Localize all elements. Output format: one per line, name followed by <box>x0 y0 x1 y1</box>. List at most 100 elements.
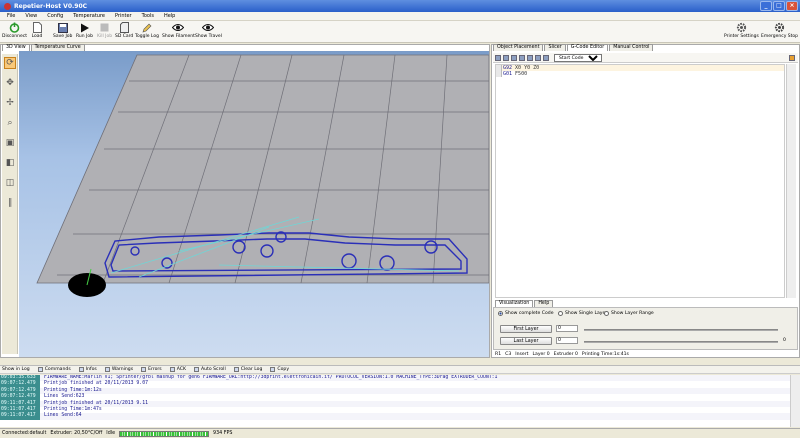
log-row: 09:11:07.417 Lines Send:64 <box>0 413 790 420</box>
show-single-layer-radio[interactable]: Show Single Layer <box>558 311 607 316</box>
document-icon <box>31 22 43 33</box>
front-view-icon[interactable]: ▣ <box>4 137 16 149</box>
show-layer-range-radio[interactable]: Show Layer Range <box>604 311 654 316</box>
printbed-render <box>36 54 489 297</box>
move-object-icon[interactable]: ✢ <box>4 97 16 109</box>
warning-icon <box>104 367 110 372</box>
tab-3d-view[interactable]: 3D View <box>2 44 30 51</box>
show-travel-button[interactable]: Show Travel <box>195 22 222 39</box>
editor-status: R1 C3 Insert Layer 0 Extruder 0 Printing… <box>493 351 798 358</box>
print-progress-bar <box>119 430 210 437</box>
run-job-button[interactable]: Run Job <box>76 22 93 39</box>
power-icon <box>9 22 21 33</box>
log-toolbar: Show in Log Commands Infos Warnings Erro… <box>0 365 800 374</box>
menu-help[interactable]: Help <box>164 13 175 19</box>
cut-icon[interactable] <box>511 54 517 61</box>
tab-visualization[interactable]: Visualization <box>495 300 534 307</box>
gcode-editor-toolbar: Start Code <box>493 53 798 63</box>
emergency-stop-button[interactable]: Emergency Stop <box>761 22 798 39</box>
redo-icon[interactable] <box>543 54 549 61</box>
menu-bar: File View Config Temperature Printer Too… <box>0 12 800 21</box>
copy-icon <box>270 367 276 372</box>
open-icon[interactable] <box>495 54 501 61</box>
kill-job-button[interactable]: Kill Job <box>97 22 112 39</box>
play-icon <box>79 22 91 33</box>
idle-status: Idle <box>106 431 116 436</box>
menu-config[interactable]: Config <box>47 13 63 19</box>
infos-toggle[interactable]: Infos <box>78 367 97 372</box>
editor-line: G01 F500 <box>496 71 784 77</box>
rotate-icon[interactable]: ⟳ <box>4 57 16 69</box>
connection-status: Connected:default <box>2 431 47 436</box>
last-layer-input[interactable]: 0 <box>556 337 578 344</box>
auto-scroll-toggle[interactable]: Auto Scroll <box>194 367 226 372</box>
tab-manual-control[interactable]: Manual Control <box>609 44 654 51</box>
warnings-toggle[interactable]: Warnings <box>104 367 133 372</box>
last-layer-slider[interactable] <box>584 341 778 343</box>
undo-icon[interactable] <box>535 54 541 61</box>
copy-icon[interactable] <box>519 54 525 61</box>
log-scrollbar[interactable] <box>790 375 800 427</box>
first-layer-button[interactable]: First Layer <box>500 325 552 333</box>
gcode-editor[interactable]: G92 X0 Y0 Z0 G01 F500 <box>495 64 785 298</box>
copy-button[interactable]: Copy <box>270 367 289 372</box>
paste-icon[interactable] <box>527 54 533 61</box>
commands-toggle[interactable]: Commands <box>37 367 71 372</box>
fps-counter: 934 FPS <box>213 431 233 436</box>
parallel-projection-icon[interactable]: ∥ <box>4 197 16 209</box>
clear-icon <box>233 367 239 372</box>
editor-row: R1 <box>495 352 502 357</box>
editor-mode: Insert <box>515 352 529 357</box>
tab-slicer[interactable]: Slicer <box>544 44 566 51</box>
code-section-select[interactable]: Start Code <box>554 53 602 62</box>
top-view-icon[interactable]: ◫ <box>4 177 16 189</box>
tab-gcode-editor[interactable]: G-Code Editor <box>566 44 609 51</box>
menu-temperature[interactable]: Temperature <box>73 13 105 19</box>
main-toolbar: Disconnect Load Save Job Run Job Kill Jo… <box>0 21 800 43</box>
right-tabs: Object Placement Slicer G-Code Editor Ma… <box>493 44 654 51</box>
last-layer-button[interactable]: Last Layer <box>500 337 552 345</box>
maximize-button[interactable]: □ <box>773 1 785 11</box>
left-tabs: 3D View Temperature Curve <box>2 44 86 51</box>
progress-fill <box>120 431 209 436</box>
3d-view-canvas[interactable] <box>19 51 489 357</box>
ack-toggle[interactable]: ACK <box>169 367 186 372</box>
log-list[interactable]: 09:03:35.633 FIRMWARE_NAME:Marlin V1; Spr… <box>0 375 790 427</box>
stop-icon <box>99 22 111 33</box>
show-filament-button[interactable]: Show Filament <box>162 22 195 39</box>
show-complete-code-radio[interactable]: Show complete Code <box>498 311 554 316</box>
clear-log-button[interactable]: Clear Log <box>233 367 262 372</box>
menu-file[interactable]: File <box>7 13 15 19</box>
move-icon[interactable]: ✥ <box>4 77 16 89</box>
editor-layer: Layer 0 <box>532 352 550 357</box>
printer-settings-button[interactable]: Printer Settings <box>724 22 759 39</box>
minimize-button[interactable]: _ <box>760 1 772 11</box>
commands-icon <box>37 367 43 372</box>
side-view-icon[interactable]: ◧ <box>4 157 16 169</box>
sd-card-button[interactable]: SD Card <box>115 22 133 39</box>
save-icon[interactable] <box>503 54 509 61</box>
status-bar: Connected:default Extruder: 20,50°C/Off … <box>0 428 800 438</box>
last-layer-max: 0 <box>783 338 786 343</box>
help-icon[interactable] <box>789 54 795 61</box>
editor-scrollbar[interactable] <box>786 64 796 298</box>
error-icon <box>141 367 147 372</box>
menu-view[interactable]: View <box>25 13 37 19</box>
first-layer-slider[interactable] <box>584 329 778 331</box>
save-job-button[interactable]: Save Job <box>53 22 72 39</box>
errors-toggle[interactable]: Errors <box>141 367 162 372</box>
toggle-log-button[interactable]: Toggle Log <box>135 22 159 39</box>
editor-col: C3 <box>505 352 512 357</box>
zoom-icon[interactable]: ⌕ <box>4 117 16 129</box>
load-button[interactable]: Load <box>31 22 43 39</box>
tab-help[interactable]: Help <box>534 300 554 307</box>
tab-object-placement[interactable]: Object Placement <box>493 44 544 51</box>
first-layer-input[interactable]: 0 <box>556 325 578 332</box>
save-icon <box>57 22 69 33</box>
menu-printer[interactable]: Printer <box>115 13 132 19</box>
disconnect-button[interactable]: Disconnect <box>2 22 27 39</box>
tab-temperature-curve[interactable]: Temperature Curve <box>30 44 85 51</box>
menu-tools[interactable]: Tools <box>142 13 154 19</box>
close-button[interactable]: × <box>786 1 798 11</box>
title-bar: Repetier-Host V0.90C _ □ × <box>0 0 800 12</box>
